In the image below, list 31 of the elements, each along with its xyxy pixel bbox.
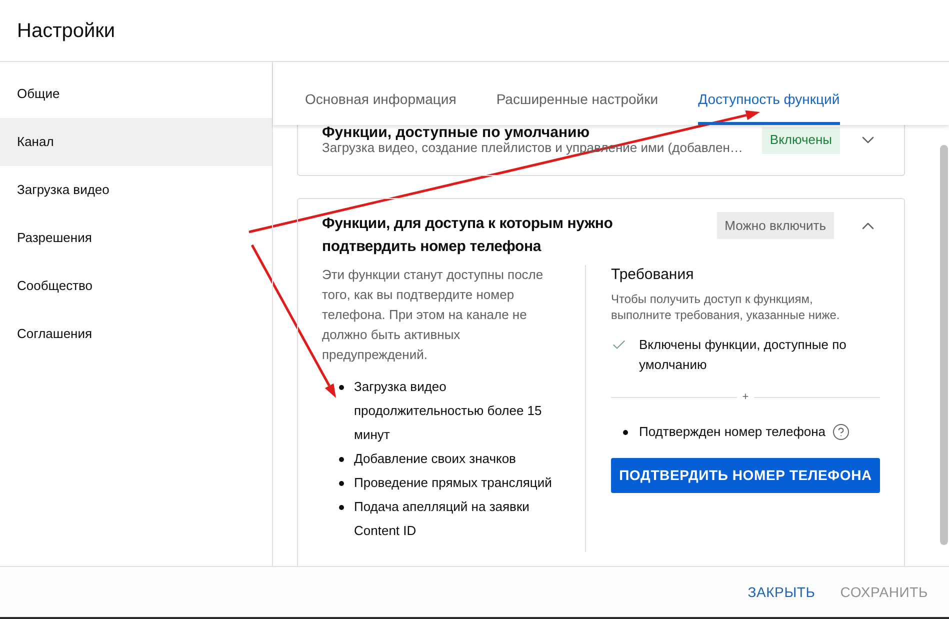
requirements-title: Требования <box>611 265 695 285</box>
card-title: Функции, доступные по умолчанию <box>322 125 591 140</box>
requirement-text: Включены функции, доступные по умолчанию <box>639 336 848 374</box>
sidebar-item[interactable]: Разрешения <box>0 214 272 262</box>
bullet-icon <box>339 505 344 510</box>
sidebar-item[interactable]: Сообщество <box>0 262 272 310</box>
requirements-description: Чтобы получить доступ к функциям, выполните требования, указанные ниже. <box>611 291 841 323</box>
verify-phone-button[interactable]: ПОДТВЕРДИТЬ НОМЕР ТЕЛЕФОНА <box>611 458 880 493</box>
close-button[interactable]: ЗАКРЫТЬ <box>740 574 824 610</box>
tab[interactable]: Основная информация <box>305 62 456 125</box>
sidebar-item[interactable]: Загрузка видео <box>0 166 272 214</box>
status-badge: Можно включить <box>716 212 834 239</box>
help-icon[interactable] <box>832 423 850 441</box>
feature-text: Подача апелляций на заявки Content ID <box>354 498 530 540</box>
card-description: Эти функции станут доступны после того, как вы подтвердите номер телефона. При этом на канале не должно быть активных предупреждений. <box>322 266 544 364</box>
bullet-icon <box>339 457 344 462</box>
bullet-icon <box>339 481 344 486</box>
requirement-text: Подтвержден номер телефона <box>639 423 826 441</box>
scrollbar-thumb[interactable] <box>940 145 948 545</box>
feature-text: Загрузка видео продолжительностью более 15 минут <box>354 378 543 444</box>
sidebar-item[interactable]: Общие <box>0 70 272 118</box>
sidebar-item[interactable]: Соглашения <box>0 310 272 358</box>
card-title: Функции, для доступа к которым нужно подтвердить номер телефона <box>322 214 614 257</box>
dialog-title: Настройки <box>17 18 116 44</box>
bullet-icon <box>339 385 344 390</box>
feature-text: Проведение прямых трансляций <box>354 474 553 492</box>
separator-plus: + <box>741 390 750 405</box>
sidebar-item[interactable]: Канал <box>0 118 272 166</box>
feature-text: Добавление своих значков <box>354 450 517 468</box>
tab[interactable]: Расширенные настройки <box>496 62 658 125</box>
status-badge: Включены <box>762 126 840 154</box>
